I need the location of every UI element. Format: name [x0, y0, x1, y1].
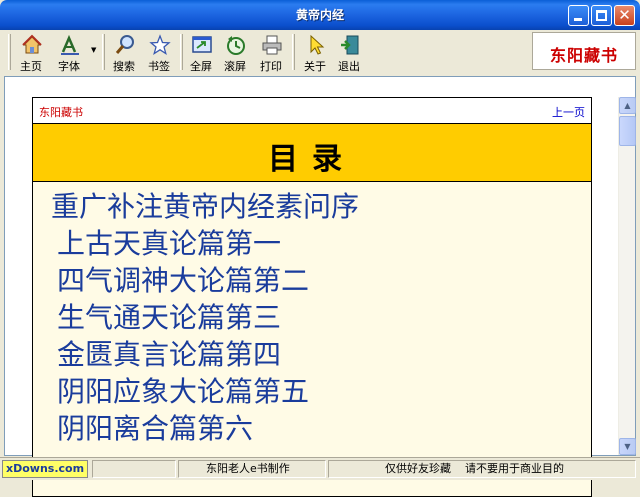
- toc-link[interactable]: 阴阳应象大论篇第五: [57, 373, 359, 410]
- bookmark-icon: [149, 34, 171, 56]
- fullscreen-button[interactable]: 全屏: [186, 32, 216, 73]
- toc-heading: 目录: [268, 142, 356, 177]
- home-button[interactable]: 主页: [16, 32, 46, 73]
- autoscroll-button[interactable]: 滚屏: [220, 32, 250, 73]
- vertical-scrollbar[interactable]: ▲ ▼: [618, 97, 636, 455]
- toc-banner: 目录: [33, 124, 591, 182]
- toolbar: 主页 字体 ▼ 搜索 书签 全屏 滚屏 打印 关于 退出 东阳藏书: [4, 30, 636, 74]
- maximize-icon: [596, 10, 607, 21]
- search-icon: [114, 34, 136, 56]
- app-window: 黄帝内经 ✕ 主页 字体 ▼ 搜索 书签 全屏 滚屏 打印 关于 退出 东阳藏书…: [0, 0, 640, 497]
- toc-link[interactable]: 生气通天论篇第三: [57, 299, 359, 336]
- status-bar: xDowns.com 东阳老人e书制作 仅供好友珍藏 请不要用于商业目的: [0, 457, 640, 480]
- status-credit: 东阳老人e书制作: [178, 460, 326, 478]
- content-frame: 东阳藏书 上一页 目录 重广补注黄帝内经素问序 上古天真论篇第一 四气调神大论篇…: [4, 76, 636, 497]
- scroll-up-arrow-icon[interactable]: ▲: [619, 97, 636, 114]
- window-title: 黄帝内经: [295, 8, 344, 22]
- toc-link[interactable]: 重广补注黄帝内经素问序: [51, 188, 359, 225]
- bookmark-label: 书签: [148, 60, 170, 73]
- toc-link[interactable]: 上古天真论篇第一: [57, 225, 359, 262]
- print-button[interactable]: 打印: [256, 32, 286, 73]
- fullscreen-label: 全屏: [190, 60, 212, 73]
- bookmark-button[interactable]: 书签: [144, 32, 174, 73]
- exit-label: 退出: [338, 60, 360, 73]
- title-bar[interactable]: 黄帝内经 ✕: [0, 0, 640, 30]
- watermark-badge: xDowns.com: [2, 460, 88, 478]
- app-logo: 东阳藏书: [532, 32, 636, 70]
- font-label: 字体: [58, 60, 80, 73]
- toc-list: 重广补注黄帝内经素问序 上古天真论篇第一 四气调神大论篇第二 生气通天论篇第三 …: [51, 188, 359, 447]
- exit-button[interactable]: 退出: [334, 32, 364, 73]
- brand-link[interactable]: 东阳藏书: [39, 104, 83, 120]
- about-label: 关于: [304, 60, 326, 73]
- search-button[interactable]: 搜索: [109, 32, 139, 73]
- scroll-down-arrow-icon[interactable]: ▼: [619, 438, 636, 455]
- status-notice: 仅供好友珍藏 请不要用于商业目的: [328, 460, 636, 478]
- close-icon: ✕: [618, 6, 631, 24]
- font-button[interactable]: 字体: [54, 32, 84, 73]
- page-header: 东阳藏书 上一页: [33, 98, 591, 124]
- autoscroll-label: 滚屏: [224, 60, 246, 73]
- close-button[interactable]: ✕: [614, 5, 635, 26]
- minimize-button[interactable]: [568, 5, 589, 26]
- print-icon: [261, 34, 283, 56]
- search-label: 搜索: [113, 60, 135, 73]
- toolbar-grip[interactable]: [8, 34, 11, 70]
- exit-icon: [339, 34, 361, 56]
- font-dropdown-arrow-icon[interactable]: ▼: [91, 46, 96, 54]
- toc-link[interactable]: 阴阳离合篇第六: [57, 410, 359, 447]
- toc-link[interactable]: 金匮真言论篇第四: [57, 336, 359, 373]
- home-icon: [21, 34, 43, 56]
- toolbar-separator: [292, 34, 295, 70]
- logo-text: 东阳藏书: [549, 46, 618, 65]
- print-label: 打印: [260, 60, 282, 73]
- scroll-thumb[interactable]: [619, 116, 636, 146]
- autoscroll-icon: [225, 34, 247, 56]
- previous-page-link[interactable]: 上一页: [552, 104, 585, 120]
- maximize-button[interactable]: [591, 5, 612, 26]
- toc-link[interactable]: 四气调神大论篇第二: [57, 262, 359, 299]
- home-label: 主页: [20, 60, 42, 73]
- status-pane-empty: [92, 460, 176, 478]
- about-icon: [305, 34, 327, 56]
- font-icon: [59, 34, 81, 56]
- fullscreen-icon: [191, 34, 213, 56]
- book-page: 东阳藏书 上一页 目录 重广补注黄帝内经素问序 上古天真论篇第一 四气调神大论篇…: [32, 97, 592, 497]
- about-button[interactable]: 关于: [300, 32, 330, 73]
- minimize-icon: [574, 18, 582, 21]
